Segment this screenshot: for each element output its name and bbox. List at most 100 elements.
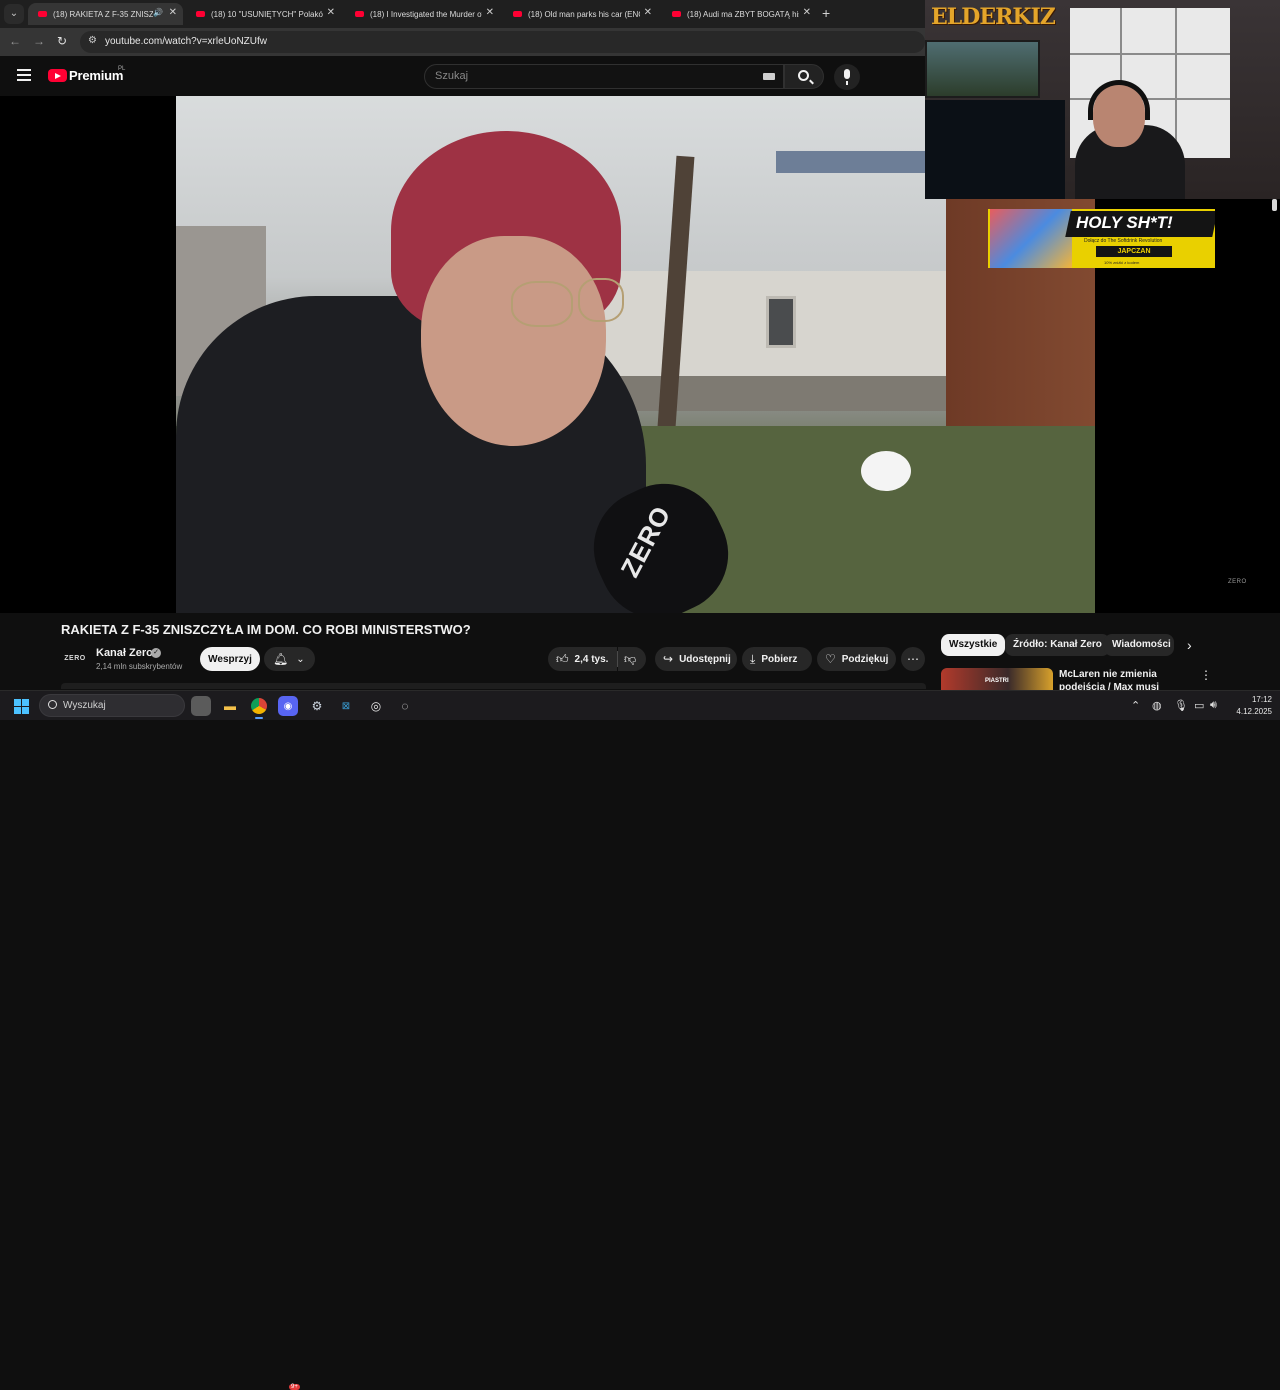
download-button[interactable]: ⤓ Pobierz <box>742 647 812 671</box>
chip-all[interactable]: Wszystkie <box>941 634 1006 656</box>
bell-icon: 🔔︎ <box>273 652 289 666</box>
voice-search-button[interactable] <box>834 64 860 90</box>
thanks-button[interactable]: ♡ Podziękuj <box>817 647 896 671</box>
share-button[interactable]: ↪ Udostępnij <box>655 647 737 671</box>
file-explorer-icon[interactable]: ▬ <box>220 696 240 716</box>
chevron-right-icon[interactable]: › <box>1187 637 1192 653</box>
browser-tab-strip: ⌄ (18) RAKIETA Z F-35 ZNISZCZYŁA IM DOM.… <box>0 0 925 28</box>
youtube-favicon-icon <box>38 11 47 17</box>
subscribed-notification-button[interactable]: 🔔︎ ⌄ <box>264 647 315 671</box>
region-code: PL <box>118 66 126 72</box>
tab-search-button[interactable]: ⌄ <box>4 4 24 24</box>
like-button[interactable]: 👍︎ 2,4 tys. <box>548 647 617 671</box>
app-icon[interactable]: ⊠ <box>336 696 356 716</box>
task-view-icon[interactable] <box>191 696 211 716</box>
url-text[interactable]: youtube.com/watch?v=xrleUoNZUfw <box>105 36 267 47</box>
discord-icon[interactable]: ◉ <box>278 696 298 716</box>
new-tab-button[interactable]: + <box>822 5 830 21</box>
glasses-icon <box>578 278 624 322</box>
join-button-label: Wesprzyj <box>208 653 252 665</box>
browser-tab[interactable]: (18) 10 "USUNIĘTYCH" Polaków ✕ <box>186 3 341 25</box>
volume-icon[interactable]: 🔊︎ <box>1210 699 1217 712</box>
address-bar[interactable]: ⚙ youtube.com/watch?v=xrleUoNZUfw <box>80 31 925 53</box>
chip-news[interactable]: Wiadomości z... <box>1104 634 1174 656</box>
more-vertical-icon[interactable]: ⋮ <box>1200 668 1212 682</box>
reload-icon[interactable]: ↻ <box>57 34 67 48</box>
banner-title: HOLY SH*T! <box>1076 213 1173 232</box>
tab-title: (18) Audi ma ZBYT BOGATĄ historię <box>687 9 799 19</box>
browser-tab[interactable]: (18) Audi ma ZBYT BOGATĄ historię ✕ <box>662 3 817 25</box>
youtube-favicon-icon <box>672 11 681 17</box>
microphone-icon <box>844 69 850 85</box>
youtube-logo-icon[interactable] <box>48 69 67 82</box>
back-arrow-icon[interactable]: ← <box>9 34 21 48</box>
youtube-premium-wordmark[interactable]: Premium <box>69 68 123 83</box>
steam-icon[interactable]: ⚙ <box>307 696 327 716</box>
microphone-icon[interactable]: 🎙︎ <box>1174 699 1188 712</box>
chip-source-channel[interactable]: Źródło: Kanał Zero <box>1005 634 1110 656</box>
interviewee-face <box>421 236 606 446</box>
more-actions-button[interactable]: ⋯ <box>901 647 925 671</box>
youtube-favicon-icon <box>196 11 205 17</box>
download-label: Pobierz <box>761 653 798 665</box>
share-arrow-icon: ↪ <box>663 652 674 666</box>
thumbnail-label: PIASTRI <box>985 678 1009 684</box>
windows-start-icon[interactable] <box>14 699 29 714</box>
browser-tab[interactable]: (18) I Investigated the Murder of ✕ <box>345 3 500 25</box>
join-button[interactable]: Wesprzyj <box>200 647 260 671</box>
chevron-down-icon: ⌄ <box>296 653 305 665</box>
close-icon[interactable]: ✕ <box>803 7 811 18</box>
close-icon[interactable]: ✕ <box>486 7 494 18</box>
tray-app-icon[interactable]: ◍ <box>1152 699 1162 712</box>
channel-avatar[interactable]: ZERO <box>61 647 89 671</box>
video-watermark: ZERO <box>1228 579 1247 585</box>
search-button[interactable] <box>784 64 824 89</box>
obs-icon[interactable]: ◎ <box>366 696 386 716</box>
browser-toolbar: ← → ↻ ⚙ youtube.com/watch?v=xrleUoNZUfw <box>0 28 925 56</box>
system-clock[interactable]: 17:12 4.12.2025 <box>1228 694 1272 718</box>
video-scene-snow <box>861 451 911 491</box>
clock-date: 4.12.2025 <box>1236 707 1272 716</box>
app-icon[interactable]: ◌ <box>395 696 415 716</box>
product-cans-image <box>990 209 1072 268</box>
speaker-icon[interactable]: 🔊 <box>153 8 163 17</box>
banner-subtitle: Dołącz do The Softdrink Revolution <box>1084 238 1163 244</box>
taskbar-search-input[interactable]: Wyszukaj <box>39 694 185 717</box>
search-input[interactable]: Szukaj <box>424 64 784 89</box>
webcam-overlay: ELDERKIZ <box>925 0 1280 199</box>
windows-taskbar: Wyszukaj ▬ ◉ 9+ ⚙ ⊠ ◎ ◌ ⌃ ◍ 🎙︎ ▭ 🔊︎ 17:1… <box>0 690 1280 1390</box>
banner-note: 10% zniżki z kodem <box>1104 260 1140 265</box>
tab-title: (18) I Investigated the Murder of <box>370 9 482 19</box>
site-info-icon[interactable]: ⚙ <box>88 35 97 46</box>
like-count: 2,4 tys. <box>574 653 609 665</box>
chevron-up-icon[interactable]: ⌃ <box>1131 699 1140 712</box>
youtube-favicon-icon <box>355 11 364 17</box>
recommended-thumbnail[interactable]: PIASTRI <box>941 668 1053 690</box>
recommended-title[interactable]: McLaren nie zmienia podejścia / Max musi… <box>1059 668 1199 690</box>
tab-title: (18) RAKIETA Z F-35 ZNISZCZYŁA IM DOM. C… <box>53 9 153 19</box>
share-label: Udostępnij <box>679 653 731 665</box>
close-icon[interactable]: ✕ <box>169 7 177 18</box>
close-icon[interactable]: ✕ <box>644 7 652 18</box>
browser-tab-active[interactable]: (18) RAKIETA Z F-35 ZNISZCZYŁA IM DOM. C… <box>28 3 183 25</box>
dislike-button[interactable]: 👎︎ <box>618 647 646 671</box>
chrome-icon[interactable] <box>249 696 269 716</box>
menu-icon[interactable] <box>17 69 31 81</box>
network-icon[interactable]: ▭ <box>1194 699 1204 712</box>
forward-arrow-icon[interactable]: → <box>33 34 45 48</box>
clock-time: 17:12 <box>1251 695 1272 704</box>
more-horizontal-icon: ⋯ <box>907 652 919 666</box>
tab-title: (18) 10 "USUNIĘTYCH" Polaków <box>211 9 323 19</box>
taskbar-search-placeholder: Wyszukaj <box>63 700 106 711</box>
channel-name[interactable]: Kanał Zero <box>96 647 153 659</box>
video-scene-window <box>766 296 796 348</box>
browser-tab[interactable]: (18) Old man parks his car (ENG) ✕ <box>503 3 658 25</box>
verified-check-icon: ✓ <box>151 648 161 658</box>
search-icon <box>798 70 809 81</box>
close-icon[interactable]: ✕ <box>327 7 335 18</box>
tab-title: (18) Old man parks his car (ENG) <box>528 9 640 19</box>
download-icon: ⤓ <box>750 651 756 666</box>
keyboard-icon[interactable] <box>763 73 775 80</box>
thumbs-up-icon: 👍︎ <box>556 651 569 666</box>
scrollbar-thumb[interactable] <box>1272 199 1277 211</box>
